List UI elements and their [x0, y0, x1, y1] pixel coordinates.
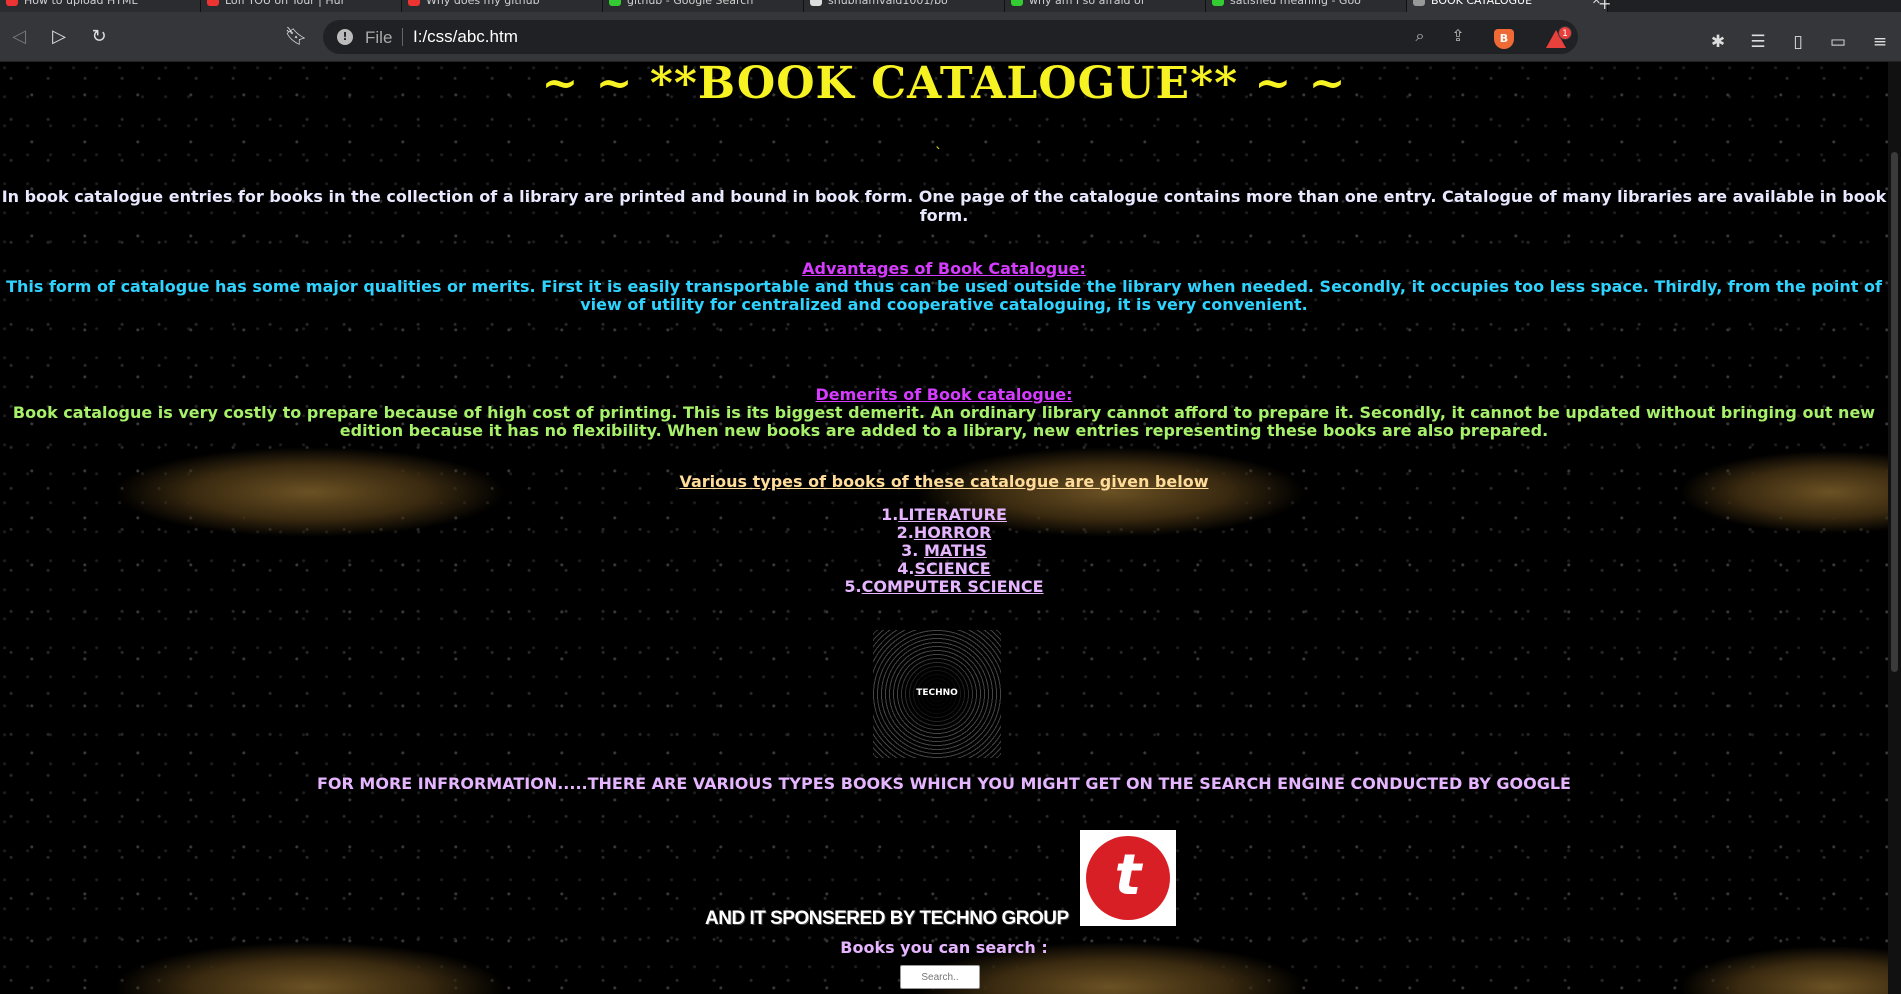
techno-image-label: TECHNO [916, 688, 958, 698]
tab-label: why am I so afraid of [1029, 0, 1145, 7]
genre-link[interactable]: SCIENCE [915, 559, 991, 578]
more-info-text: FOR MORE INFRORMATION.....THERE ARE VARI… [317, 774, 1571, 793]
genre-link[interactable]: COMPUTER SCIENCE [862, 577, 1044, 596]
genre-link[interactable]: HORROR [914, 523, 992, 542]
share-icon[interactable]: ⇪ [1447, 26, 1469, 45]
tab-strip: How to upload HTML Lofi YOU on Tour | Hur… [0, 0, 1901, 12]
advantages-paragraph: This form of catalogue has some major qu… [6, 277, 1882, 314]
genre-number: 4. [897, 559, 915, 578]
advantages-heading: Advantages of Book Catalogue: [802, 259, 1086, 278]
forward-icon[interactable]: ▷ [44, 22, 74, 52]
genre-number: 2. [896, 523, 914, 542]
tab-favicon-icon [6, 0, 18, 6]
scrollbar[interactable] [1888, 62, 1901, 994]
browser-tab[interactable]: Lofi YOU on Tour | Hur [201, 0, 402, 12]
browser-tab[interactable]: shubhamvaid1001/bo [804, 0, 1005, 12]
browser-tab[interactable]: github - Google Search [603, 0, 804, 12]
back-icon[interactable]: ◁ [4, 22, 34, 52]
techno-group-logo: t [1080, 830, 1176, 926]
tab-favicon-icon [207, 0, 219, 6]
bookmark-icon[interactable]: 🔖︎ [281, 22, 311, 52]
browser-tab[interactable]: How to upload HTML [0, 0, 201, 12]
browser-tab[interactable]: BOOK CATALOGUE ✕ [1407, 0, 1608, 12]
search-label: Books you can search : [840, 938, 1048, 957]
tab-label: shubhamvaid1001/bo [828, 0, 948, 7]
wallet-icon[interactable]: ▭ [1826, 32, 1850, 52]
genre-item: 1.LITERATURE [0, 506, 1888, 524]
page-title: ~ ~ **BOOK CATALOGUE** ~ ~ [541, 62, 1347, 109]
browser-tab[interactable]: Why does my github [402, 0, 603, 12]
url-separator [402, 28, 403, 46]
brave-shields-icon[interactable]: B [1494, 29, 1514, 49]
genre-link[interactable]: MATHS [924, 541, 987, 560]
extensions-icon[interactable]: ✱ [1706, 32, 1730, 52]
genre-number: 1. [881, 505, 899, 524]
browser-tab[interactable]: why am I so afraid of [1005, 0, 1206, 12]
scrollbar-thumb[interactable] [1891, 152, 1898, 672]
tab-favicon-icon [408, 0, 420, 6]
tab-favicon-icon [1011, 0, 1023, 6]
reload-icon[interactable]: ↻ [84, 22, 114, 52]
url-input[interactable] [413, 27, 1213, 47]
notification-badge: 1 [1558, 26, 1572, 40]
tab-favicon-icon [810, 0, 822, 6]
genre-list: 1.LITERATURE 2.HORROR 3. MATHS 4.SCIENCE 5.C… [0, 506, 1888, 596]
sidebar-icon[interactable]: ▯ [1786, 32, 1810, 52]
genre-item: 5.COMPUTER SCIENCE [0, 578, 1888, 596]
intro-paragraph: In book catalogue entries for books in t… [1, 187, 1887, 225]
sponsor-text: AND IT SPONSERED BY TECHNO GROUP [705, 908, 1069, 929]
types-heading: Various types of books of these catalogu… [679, 472, 1209, 491]
genre-item: 3. MATHS [0, 542, 1888, 560]
demerits-heading: Demerits of Book catalogue: [815, 385, 1073, 404]
address-bar[interactable]: ! File ⌕ ⇪ [323, 20, 1578, 54]
genre-number: 5. [844, 577, 862, 596]
demerits-paragraph: Book catalogue is very costly to prepare… [12, 403, 1876, 440]
tab-label: Lofi YOU on Tour | Hur [225, 0, 346, 7]
tab-label: How to upload HTML [24, 0, 138, 7]
tab-label: BOOK CATALOGUE [1431, 0, 1533, 7]
genre-number: 3. [901, 541, 924, 560]
search-input[interactable] [900, 965, 980, 989]
genre-item: 2.HORROR [0, 524, 1888, 542]
site-info-icon[interactable]: ! [337, 29, 353, 45]
menu-icon[interactable]: ≡ [1868, 32, 1892, 52]
browser-tab[interactable]: satisfied meaning - Goo [1206, 0, 1407, 12]
page-viewport: ~ ~ **BOOK CATALOGUE** ~ ~ ` In book cat… [0, 62, 1888, 994]
tab-favicon-icon [609, 0, 621, 6]
techno-image: TECHNO [873, 630, 1001, 758]
zoom-icon[interactable]: ⌕ [1409, 26, 1431, 46]
tab-label: github - Google Search [627, 0, 754, 7]
tab-favicon-icon [1212, 0, 1224, 6]
tab-favicon-icon [1413, 0, 1425, 6]
tab-label: satisfied meaning - Goo [1230, 0, 1361, 7]
browser-toolbar: ◁ ▷ ↻ 🔖︎ ! File ⌕ ⇪ B 1 ✱ ☰ ▯ ▭ ≡ [0, 12, 1901, 62]
genre-item: 4.SCIENCE [0, 560, 1888, 578]
techno-logo-mark: t [1086, 836, 1170, 920]
genre-link[interactable]: LITERATURE [898, 505, 1007, 524]
new-tab-icon[interactable]: + [1598, 0, 1611, 12]
url-scheme: File [365, 28, 393, 47]
playlist-icon[interactable]: ☰ [1746, 32, 1770, 52]
stray-mark: ` [935, 146, 942, 162]
tab-label: Why does my github [426, 0, 540, 7]
